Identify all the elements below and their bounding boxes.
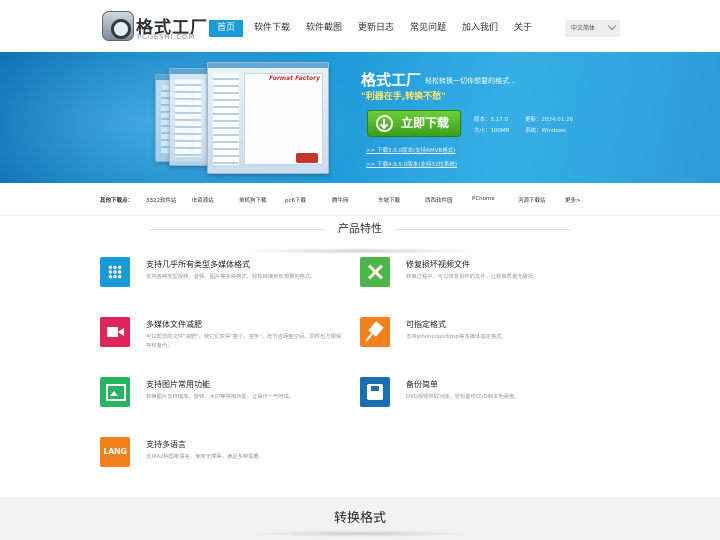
banner-subtitle: 轻松转换一切你想要的格式...: [425, 77, 516, 85]
video-camera-icon: [100, 317, 130, 347]
feature-compress: 多媒体文件减肥 可以帮您的文件"减肥"，使它们变得"瘦小、苗条"。既节省硬盘空间…: [100, 317, 360, 357]
feature-desc: 支持iphone/ipod/psp等多媒体指定格式。: [406, 334, 507, 340]
grid-icon: [100, 257, 130, 287]
mirror-link[interactable]: 单机狗下载: [239, 196, 267, 204]
feature-custom-format: 可指定格式 支持iphone/ipod/psp等多媒体指定格式。: [360, 317, 620, 357]
feature-title: 支持几乎所有类型多媒体格式: [146, 260, 250, 269]
download-icon: [376, 115, 393, 132]
download-button-label: 立即下载: [401, 116, 450, 130]
banner-title: 格式工厂: [361, 71, 422, 89]
feature-desc: 转换图片支持缩放、旋转、水印等常用功能，让操作一气呵成。: [146, 394, 295, 400]
feature-title: 支持多语言: [146, 440, 186, 449]
section-divider-right: [396, 229, 570, 230]
hero-banner: Format Factory 格式工厂 轻松转换一切你想要的格式... "利器在…: [0, 52, 720, 183]
app-screenshot-caption: Format Factory: [269, 75, 320, 82]
mirror-link[interactable]: pc6下载: [285, 196, 306, 204]
mirror-link[interactable]: 腾牛网: [332, 196, 349, 204]
update-date: 更新：2024.01.26: [525, 117, 573, 123]
feature-title: 可指定格式: [406, 320, 446, 329]
site-header: 格式工厂 PCGESHI.COM 首页 软件下载 软件截图 更新日志 常见问题 …: [0, 0, 720, 52]
section-title-shadow: [250, 530, 470, 537]
file-size: 大小：100MB: [474, 128, 510, 134]
mirror-link[interactable]: 西西软件园: [425, 196, 453, 204]
language-select[interactable]: 中文简体: [565, 20, 620, 37]
other-downloads-bar: 其他下载点： 3322软件站 IE资源站 单机狗下载 pc6下载 腾牛网 东坡下…: [0, 183, 720, 216]
chevron-down-icon: [607, 21, 617, 31]
feature-desc: 转换过程中，可以修复损坏的文件，让转换质量无破损。: [406, 274, 539, 280]
mirror-link[interactable]: PChome: [472, 196, 495, 202]
more-mirrors-link[interactable]: 更多>: [565, 196, 581, 204]
floppy-disk-icon: [360, 377, 390, 407]
logo-badge-icon: [102, 11, 134, 41]
feature-desc: 可以帮您的文件"减肥"，使它们变得"瘦小、苗条"。既节省硬盘空间，同时也方便保存…: [146, 334, 342, 349]
image-icon: [100, 377, 130, 407]
convert-section-title: 转换格式: [333, 511, 386, 526]
download-v3-link[interactable]: >> 下载3.0.0版本(支持RMVB格式): [366, 146, 455, 154]
nav-faq[interactable]: 常见问题: [410, 20, 446, 37]
convert-formats-section: 转换格式: [0, 497, 720, 540]
mirror-link[interactable]: 东坡下载: [378, 196, 400, 204]
mirror-link[interactable]: 河源下载站: [518, 196, 546, 204]
feature-desc: DVD视频抓取功能，轻松备份DVD到本地硬盘。: [406, 394, 520, 400]
app-logo-icon: [296, 153, 318, 163]
nav-about[interactable]: 关于: [514, 20, 532, 37]
nav-software-download[interactable]: 软件下载: [254, 20, 290, 37]
nav-screenshots[interactable]: 软件截图: [306, 20, 342, 37]
download-now-button[interactable]: 立即下载: [367, 110, 461, 137]
feature-language: LANG 支持多语言 支持62种国家语言，使用无障碍，满足多种需要。: [100, 437, 360, 477]
feature-formats: 支持几乎所有类型多媒体格式 支持各种类型视频、音频、图片等多种格式，轻松转换到你…: [100, 257, 360, 297]
language-icon: LANG: [100, 437, 130, 467]
feature-desc: 支持各种类型视频、音频、图片等多种格式，轻松转换到你想要的格式。: [146, 274, 316, 280]
features-section-title: 产品特性: [324, 220, 396, 238]
language-value: 中文简体: [571, 25, 596, 32]
app-screenshot-front: Format Factory: [207, 62, 329, 174]
download-v4-link[interactable]: >> 下载4.9.5.0版本(支持32位系统): [366, 160, 457, 168]
tools-icon: [360, 257, 390, 287]
logo-domain: PCGESHI.COM: [137, 33, 196, 41]
system-requirement: 系统：Windows: [525, 128, 567, 134]
feature-title: 支持图片常用功能: [146, 380, 210, 389]
other-downloads-label: 其他下载点：: [100, 198, 134, 204]
feature-title: 备份简单: [406, 380, 438, 389]
version-info: 版本：5.17.0: [474, 117, 508, 123]
section-title-shadow: [240, 248, 480, 254]
nav-join-us[interactable]: 加入我们: [462, 20, 498, 37]
feature-repair: 修复损坏视频文件 转换过程中，可以修复损坏的文件，让转换质量无破损。: [360, 257, 620, 297]
feature-desc: 支持62种国家语言，使用无障碍，满足多种需要。: [146, 454, 264, 460]
mirror-link[interactable]: IE资源站: [192, 196, 214, 204]
feature-image: 支持图片常用功能 转换图片支持缩放、旋转、水印等常用功能，让操作一气呵成。: [100, 377, 360, 417]
app-screenshots: Format Factory: [155, 62, 335, 182]
nav-changelog[interactable]: 更新日志: [358, 20, 394, 37]
mirror-link[interactable]: 3322软件站: [146, 196, 177, 204]
feature-backup: 备份简单 DVD视频抓取功能，轻松备份DVD到本地硬盘。: [360, 377, 620, 417]
banner-slogan: "利器在手,转换不愁": [361, 92, 446, 102]
feature-title: 多媒体文件减肥: [146, 320, 202, 329]
section-divider-left: [150, 229, 324, 230]
site-logo[interactable]: 格式工厂 PCGESHI.COM: [102, 11, 207, 43]
pushpin-icon: [360, 317, 390, 347]
feature-title: 修复损坏视频文件: [406, 260, 470, 269]
nav-home[interactable]: 首页: [209, 20, 243, 37]
